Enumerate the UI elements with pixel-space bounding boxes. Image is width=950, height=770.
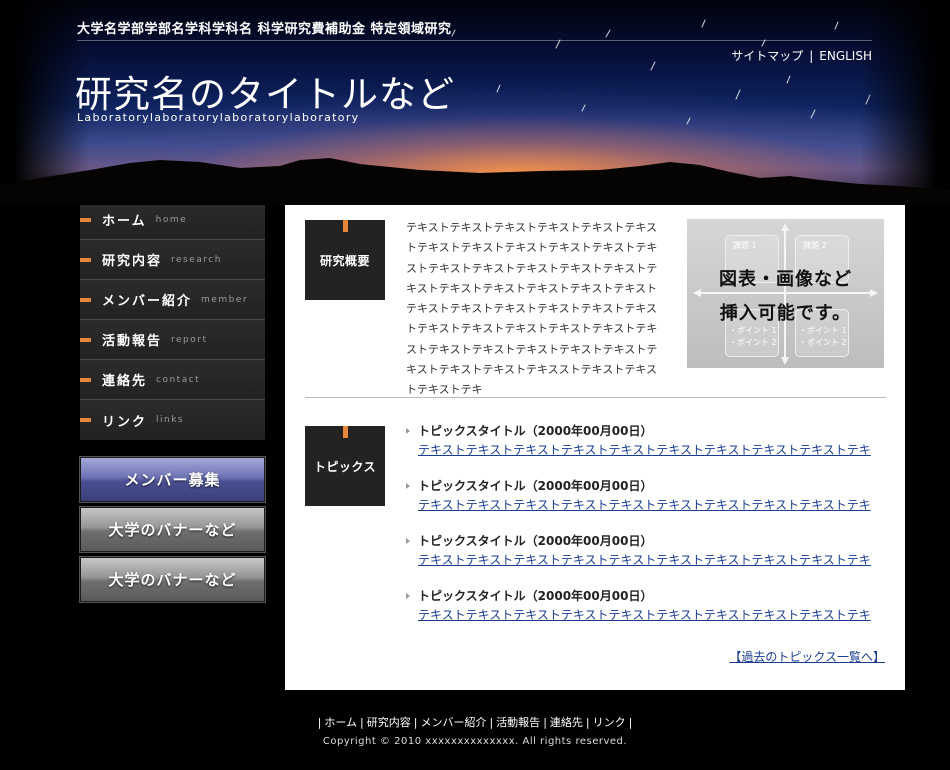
footer-link-contact[interactable]: 連絡先 [550, 716, 583, 729]
nav-bullet-icon [80, 418, 91, 422]
nav-bullet-icon [80, 298, 91, 302]
figure-caption-line-2: 挿入可能です。 [719, 303, 852, 324]
nav-label: 研究内容 [102, 254, 163, 269]
topic-item: トピックスタイトル（2000年00月00日） テキストテキストテキストテキストテ… [405, 588, 885, 623]
nav-bullet-icon [80, 378, 91, 382]
past-topics-link[interactable]: 【過去のトピックス一覧へ】 [729, 648, 885, 665]
point-1-label-right: ・ポイント 1 [799, 326, 847, 335]
nav-item-report[interactable]: 活動報告 report [80, 320, 265, 360]
label-tab-icon [343, 220, 348, 232]
utility-separator: | [809, 49, 814, 63]
topic-link[interactable]: テキストテキストテキストテキストテキストテキストテキストテキストテキストテキ [418, 551, 885, 568]
nav-sublabel: home [155, 214, 188, 225]
sitemap-link[interactable]: サイトマップ [731, 49, 803, 63]
footer-separator: | [543, 716, 547, 729]
header-divider [77, 40, 872, 41]
task-1-label: 課題 1 [733, 241, 757, 250]
footer-separator: | [360, 716, 364, 729]
nav-bullet-icon [80, 218, 91, 222]
footer-link-report[interactable]: 活動報告 [496, 716, 540, 729]
footer-link-links[interactable]: リンク [593, 716, 626, 729]
footer-link-member[interactable]: メンバー紹介 [420, 716, 486, 729]
topic-title: トピックスタイトル（2000年00月00日） [405, 533, 885, 550]
triangle-bullet-icon [406, 483, 410, 489]
point-2-label-right: ・ポイント 2 [799, 338, 847, 347]
footer-separator: | [628, 716, 633, 729]
english-link[interactable]: ENGLISH [819, 49, 872, 63]
figure-caption-line-1: 図表・画像など [719, 269, 852, 290]
footer-separator: | [489, 716, 494, 729]
topic-item: トピックスタイトル（2000年00月00日） テキストテキストテキストテキストテ… [405, 423, 885, 458]
nav-item-contact[interactable]: 連絡先 contact [80, 360, 265, 400]
footer-link-home[interactable]: ホーム [324, 716, 357, 729]
topic-item: トピックスタイトル（2000年00月00日） テキストテキストテキストテキストテ… [405, 533, 885, 568]
nav-label: 活動報告 [102, 334, 163, 349]
utility-links: サイトマップ | ENGLISH [731, 47, 872, 64]
topic-title: トピックスタイトル（2000年00月00日） [405, 478, 885, 495]
point-1-label-left: ・ポイント 1 [729, 326, 777, 335]
copyright-text: Copyright © 2010 xxxxxxxxxxxxxx. All rig… [322, 736, 628, 747]
nav-sublabel: member [201, 294, 249, 305]
nav-sublabel: report [171, 334, 208, 345]
header-banner: 大学名学部学部名学科学科名 科学研究費補助金 特定領域研究 サイトマップ | ENG… [0, 0, 950, 205]
topics-section-label: トピックス [305, 426, 385, 506]
nav-label: リンク [102, 414, 148, 430]
topic-title: トピックスタイトル（2000年00月00日） [405, 588, 885, 605]
overview-label-text: 研究概要 [319, 253, 370, 268]
topics-label-text: トピックス [313, 459, 377, 474]
footer-separator: | [317, 716, 322, 729]
axis-arrows-icon [693, 223, 878, 365]
nav-item-links[interactable]: リンク links [80, 400, 265, 440]
overview-section-label: 研究概要 [305, 220, 385, 300]
footer-navigation: | ホーム | 研究内容 | メンバー紹介 | 活動報告 | 連絡先 | リンク | [0, 714, 950, 730]
nav-label: 連絡先 [102, 374, 148, 389]
topic-title-text: トピックスタイトル（2000年00月00日） [418, 589, 653, 603]
diagram-placeholder-image: 課題 1 課題 2 ・ポイント 1 ・ポイント 2 ・ポイント 1 ・ポイント … [687, 219, 884, 368]
nav-sublabel: research [171, 254, 222, 265]
nav-sublabel: links [156, 415, 185, 425]
task-2-label: 課題 2 [803, 241, 827, 250]
nav-label: メンバー紹介 [102, 294, 193, 309]
topic-link[interactable]: テキストテキストテキストテキストテキストテキストテキストテキストテキストテキ [418, 441, 885, 458]
triangle-bullet-icon [406, 428, 410, 434]
nav-bullet-icon [80, 258, 91, 262]
triangle-bullet-icon [406, 538, 410, 544]
topic-title: トピックスタイトル（2000年00月00日） [405, 423, 885, 440]
section-divider [305, 397, 886, 398]
topic-item: トピックスタイトル（2000年00月00日） テキストテキストテキストテキストテ… [405, 478, 885, 513]
topic-title-text: トピックスタイトル（2000年00月00日） [418, 479, 653, 493]
topic-link[interactable]: テキストテキストテキストテキストテキストテキストテキストテキストテキストテキ [418, 496, 885, 513]
main-content-panel: 研究概要 テキストテキストテキストテキストテキストテキストテキストテキストテキス… [285, 200, 905, 690]
overview-body-text: テキストテキストテキストテキストテキストテキストテキストテキストテキストテキスト… [406, 221, 658, 397]
footer-link-research[interactable]: 研究内容 [367, 716, 411, 729]
topic-link[interactable]: テキストテキストテキストテキストテキストテキストテキストテキストテキストテキ [418, 606, 885, 623]
triangle-bullet-icon [406, 593, 410, 599]
nav-item-home[interactable]: ホーム home [80, 200, 265, 240]
university-banner-2[interactable]: 大学のバナーなど [79, 556, 266, 603]
point-2-label-left: ・ポイント 2 [729, 338, 777, 347]
label-tab-icon [343, 426, 348, 438]
site-subtitle: Laboratorylaboratorylaboratorylaboratory [77, 111, 360, 124]
footer-separator: | [413, 716, 418, 729]
nav-item-member[interactable]: メンバー紹介 member [80, 280, 265, 320]
university-banner-1[interactable]: 大学のバナーなど [79, 506, 266, 553]
member-recruitment-banner[interactable]: メンバー募集 [79, 456, 266, 503]
nav-label: ホーム [102, 214, 147, 229]
topic-title-text: トピックスタイトル（2000年00月00日） [418, 534, 653, 548]
side-navigation: ホーム home 研究内容 research メンバー紹介 member 活動報… [80, 200, 265, 440]
site-title[interactable]: 研究名のタイトルなど [75, 64, 455, 118]
nav-item-research[interactable]: 研究内容 research [80, 240, 265, 280]
university-title: 大学名学部学部名学科学科名 科学研究費補助金 特定領域研究 [77, 22, 452, 37]
topic-title-text: トピックスタイトル（2000年00月00日） [418, 424, 653, 438]
footer-separator: | [585, 716, 590, 729]
nav-sublabel: contact [156, 374, 201, 385]
nav-bullet-icon [80, 338, 91, 342]
